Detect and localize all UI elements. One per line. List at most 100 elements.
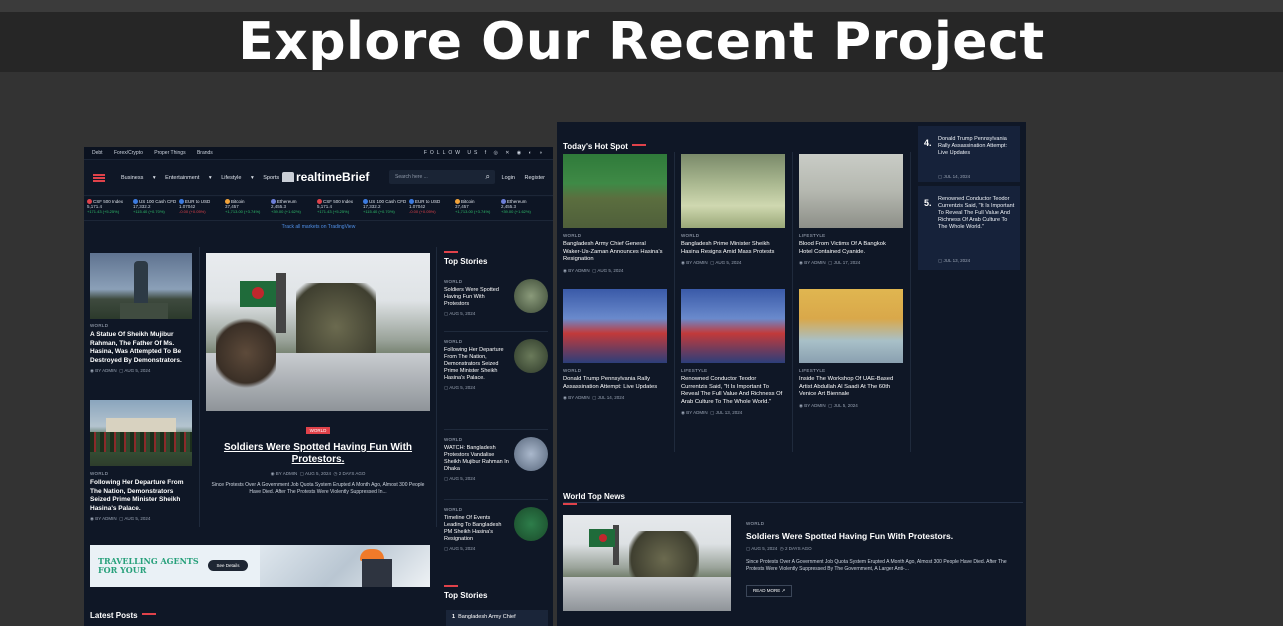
feature-title[interactable]: Soldiers Were Spotted Having Fun With Pr…: [206, 442, 430, 466]
section-title: World Top News: [563, 492, 625, 501]
hot-spot-photo[interactable]: [563, 154, 667, 228]
top-link[interactable]: Debt: [92, 150, 103, 156]
ad-banner[interactable]: TRAVELLING AGENTS FOR YOUR See Details: [90, 545, 430, 587]
hot-spot-card[interactable]: LIFESTYLE Renowned Conductor Teodor Curre…: [681, 289, 787, 416]
ticker-item[interactable]: CSF 500 Index 5,171.4 +171.43 (+5.25%): [314, 197, 360, 219]
ticker-item[interactable]: Ethereum 2,455.3 +39.00 (+1.62%): [268, 197, 314, 219]
hot-spot-card[interactable]: WORLD Bangladesh Prime Minister Sheikh Ha…: [681, 154, 787, 266]
top-story-item[interactable]: WORLD Soldiers Were Spotted Having Fun Wi…: [444, 279, 548, 317]
palace-photo[interactable]: [90, 400, 192, 466]
story-thumbnail[interactable]: [514, 437, 548, 471]
hot-spot-title[interactable]: Donald Trump Pennsylvania Rally Assassin…: [563, 376, 665, 391]
numbered-title[interactable]: Renowned Conductor Teodor Currentzis Sai…: [938, 196, 1018, 231]
top-story-item[interactable]: WORLD Timeline Of Events Leading To Bangl…: [444, 507, 548, 552]
numbered-title[interactable]: Donald Trump Pennsylvania Rally Assassin…: [938, 136, 1018, 157]
ticker-item[interactable]: CSF 500 Index 5,171.4 +171.43 (+5.25%): [84, 197, 130, 219]
nav-item-business[interactable]: Business ▾: [121, 175, 156, 181]
ticker-item[interactable]: US 100 Cash CFD 17,332.2 +115.40 (+0.70%): [130, 197, 176, 219]
section-title: Top Stories: [444, 257, 488, 266]
hot-spot-title[interactable]: Blood From Victims Of A Bangkok Hotel Co…: [799, 241, 901, 256]
hot-spot-photo[interactable]: [799, 154, 903, 228]
hot-spot-title[interactable]: Bangladesh Prime Minister Sheikh Hasina …: [681, 241, 783, 256]
title-bar: Explore Our Recent Project: [0, 12, 1283, 72]
world-top-excerpt: Since Protests Over A Government Job Quo…: [746, 559, 1007, 572]
story-title[interactable]: Soldiers Were Spotted Having Fun With Pr…: [444, 287, 510, 308]
numbered-item[interactable]: 5. Renowned Conductor Teodor Currentzis …: [918, 186, 1020, 270]
ticker-item[interactable]: US 100 Cash CFD 17,332.2 +115.40 (+0.70%): [360, 197, 406, 219]
site-logo[interactable]: realtimeBrief: [282, 170, 369, 184]
see-details-button[interactable]: See Details: [208, 560, 248, 571]
column-divider: [199, 247, 200, 527]
ticker-link[interactable]: Track all markets on TradingView: [84, 224, 553, 230]
story-date: ▢ AUG 5, 2024: [444, 546, 476, 551]
hot-spot-title[interactable]: Renowned Conductor Teodor Currentzis Sai…: [681, 376, 783, 406]
menu-icon[interactable]: [93, 174, 105, 182]
category-label: WORLD: [563, 233, 582, 238]
story-title[interactable]: Timeline Of Events Leading To Bangladesh…: [444, 515, 510, 543]
market-ticker: CSF 500 Index 5,171.4 +171.43 (+5.25%) US 1…: [84, 197, 553, 221]
section-title: Today's Hot Spot: [563, 142, 628, 151]
register-link[interactable]: Register: [525, 175, 545, 181]
latest-posts-header: Latest Posts: [90, 605, 156, 623]
top-story-item[interactable]: 1 Bangladesh Army Chief: [446, 610, 548, 626]
ticker-item[interactable]: Ethereum 2,455.3 +39.00 (+1.62%): [498, 197, 544, 219]
category-label: WORLD: [90, 323, 109, 328]
statue-photo[interactable]: [90, 253, 192, 319]
top-link[interactable]: Proper Things: [154, 150, 185, 156]
feature-excerpt: Since Protests Over A Government Job Quo…: [211, 482, 425, 495]
hot-spot-photo[interactable]: [799, 289, 903, 363]
read-more-button[interactable]: READ MORE ↗: [746, 585, 793, 597]
feature-meta: ◉ BY ADMIN ▢ AUG 5, 2024 ◷ 2 DAYS AGO: [270, 471, 366, 476]
section-title: Latest Posts: [90, 611, 138, 620]
column-divider: [436, 247, 437, 527]
ticker-item[interactable]: Bitcoin 37,457 +1,713.00 (+3.74%): [222, 197, 268, 219]
top-link[interactable]: Forex/Crypto: [114, 150, 143, 156]
story-thumbnail[interactable]: [514, 279, 548, 313]
article-title[interactable]: Following Her Departure From The Nation,…: [90, 479, 192, 513]
hot-spot-card[interactable]: WORLD Donald Trump Pennsylvania Rally Ass…: [563, 289, 669, 401]
top-story-item[interactable]: WORLD Following Her Departure From The Na…: [444, 339, 548, 391]
top-story-item[interactable]: WORLD WATCH: Bangladesh Protestors Vandal…: [444, 437, 548, 482]
ticker-item[interactable]: Bitcoin 37,457 +1,713.00 (+3.74%): [452, 197, 498, 219]
numbered-item[interactable]: 4. Donald Trump Pennsylvania Rally Assas…: [918, 126, 1020, 182]
article-meta: ◉ BY ADMIN ▢ AUG 5, 2024: [90, 516, 151, 521]
story-title[interactable]: Following Her Departure From The Nation,…: [444, 347, 510, 382]
login-link[interactable]: Login: [502, 175, 515, 181]
nav-item-lifestyle[interactable]: Lifestyle ▾: [221, 175, 253, 181]
hot-spot-card[interactable]: LIFESTYLE Blood From Victims Of A Bangkok…: [799, 154, 905, 266]
hot-spot-card[interactable]: WORLD Bangladesh Army Chief General Waker…: [563, 154, 669, 274]
hot-spot-meta: ◉ BY ADMIN ▢ JUL 14, 2024: [563, 395, 625, 400]
hot-spot-meta: ◉ BY ADMIN ▢ JUL 5, 2024: [799, 402, 858, 408]
story-thumbnail[interactable]: [514, 507, 548, 541]
social-icons[interactable]: f ◎ ✕ ◉ ◐ ◑: [485, 150, 545, 156]
search-icon[interactable]: ⌕: [486, 172, 490, 182]
hot-spot-meta: ◉ BY ADMIN ▢ AUG 5, 2024: [681, 260, 742, 265]
hot-spot-title[interactable]: Inside The Workshop Of UAE-Based Artist …: [799, 376, 901, 399]
hot-spot-meta: ◉ BY ADMIN ▢ AUG 5, 2024: [563, 267, 624, 273]
hot-spot-photo[interactable]: [681, 154, 785, 228]
logo-icon: [282, 172, 294, 182]
world-top-title[interactable]: Soldiers Were Spotted Having Fun With Pr…: [746, 531, 1018, 541]
story-date: ▢ AUG 5, 2024: [444, 385, 476, 390]
nav-item-entertainment[interactable]: Entertainment ▾: [165, 175, 212, 181]
hot-spot-preview: Today's Hot Spot WORLD Bangladesh Army Ch…: [557, 122, 1026, 626]
story-title[interactable]: WATCH: Bangladesh Protestors Vandalise S…: [444, 445, 510, 473]
hot-spot-photo[interactable]: [681, 289, 785, 363]
story-thumbnail[interactable]: [514, 339, 548, 373]
homepage-preview: Debt Forex/Crypto Proper Things Brands F…: [84, 147, 553, 626]
ticker-item[interactable]: EUR to USD 1.07042 -0.00 (+0.05%): [176, 197, 222, 219]
top-link[interactable]: Brands: [197, 150, 213, 156]
category-label: WORLD: [90, 471, 109, 476]
article-title[interactable]: A Statue Of Sheikh Mujibur Rahman, The F…: [90, 331, 192, 365]
category-badge[interactable]: WORLD: [305, 427, 331, 434]
ticker-item[interactable]: EUR to USD 1.07042 -0.00 (+0.05%): [406, 197, 452, 219]
category-label: LIFESTYLE: [799, 233, 826, 238]
feature-photo[interactable]: [206, 253, 430, 411]
top-stories-2-header: Top Stories: [444, 585, 487, 600]
article-meta: ◉ BY ADMIN ▢ AUG 5, 2024: [90, 368, 151, 373]
world-top-photo[interactable]: [563, 515, 731, 611]
hot-spot-photo[interactable]: [563, 289, 667, 363]
search-input[interactable]: Search here ... ⌕: [389, 170, 495, 184]
hot-spot-card[interactable]: LIFESTYLE Inside The Workshop Of UAE-Base…: [799, 289, 905, 409]
hot-spot-title[interactable]: Bangladesh Army Chief General Waker-Us-Z…: [563, 241, 665, 264]
